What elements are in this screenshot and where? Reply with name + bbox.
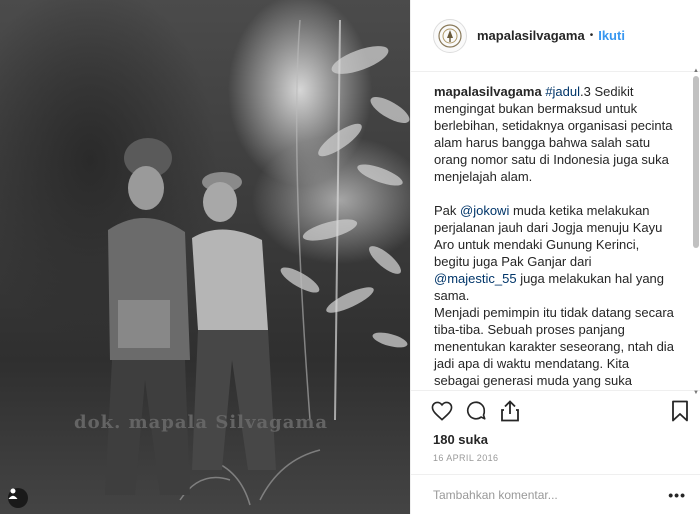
follow-button[interactable]: Ikuti <box>598 28 625 43</box>
logo-icon <box>438 23 462 48</box>
post-sidebar: mapalasilvagama • Ikuti mapalasilvagama … <box>410 0 700 514</box>
caption-text: Pak <box>434 203 461 218</box>
caption-paragraph-3: Menjadi pemimpin itu tidak datang secara… <box>434 305 674 388</box>
comment-bar: ••• <box>411 474 700 514</box>
caption-paragraph-1: mapalasilvagama #jadul.3 Sedikit menging… <box>434 83 676 185</box>
mention-link[interactable]: @majestic_55 <box>434 271 517 286</box>
action-bar <box>429 398 691 426</box>
hashtag-link[interactable]: #jadul <box>545 84 580 99</box>
photo-watermark: dok. mapala Silvagama <box>74 412 329 433</box>
caption-paragraph-2: Pak @jokowi muda ketika melakukan perjal… <box>434 202 676 304</box>
mention-link[interactable]: @jokowi <box>460 203 509 218</box>
heart-icon[interactable] <box>429 398 455 424</box>
like-count[interactable]: 180 suka <box>433 432 488 447</box>
scroll-down-icon[interactable]: ▼ <box>692 390 700 396</box>
caption-scrollbar[interactable]: ▲ ▼ <box>693 68 699 396</box>
avatar[interactable] <box>433 18 467 53</box>
separator-dot: • <box>589 30 594 41</box>
header-username[interactable]: mapalasilvagama <box>477 28 585 43</box>
bookmark-icon[interactable] <box>667 398 693 424</box>
post-photo[interactable]: dok. mapala Silvagama <box>0 0 410 514</box>
caption-username[interactable]: mapalasilvagama <box>434 84 542 99</box>
photo-scene <box>105 19 410 506</box>
scroll-up-icon[interactable]: ▲ <box>692 68 700 74</box>
more-options-icon[interactable]: ••• <box>668 487 686 503</box>
share-icon[interactable] <box>497 398 523 424</box>
comment-input[interactable] <box>433 487 669 502</box>
scroll-thumb[interactable] <box>693 76 699 248</box>
caption-text: .3 Sedikit mengingat bukan bermaksud unt… <box>434 84 673 184</box>
post-header: mapalasilvagama • Ikuti <box>411 0 700 72</box>
person-icon[interactable] <box>8 488 28 508</box>
post-caption: mapalasilvagama #jadul.3 Sedikit menging… <box>411 73 700 390</box>
caption-scroll-area[interactable]: mapalasilvagama #jadul.3 Sedikit menging… <box>411 73 700 391</box>
comment-icon[interactable] <box>463 398 489 424</box>
post-date[interactable]: 16 APRIL 2016 <box>433 453 498 463</box>
